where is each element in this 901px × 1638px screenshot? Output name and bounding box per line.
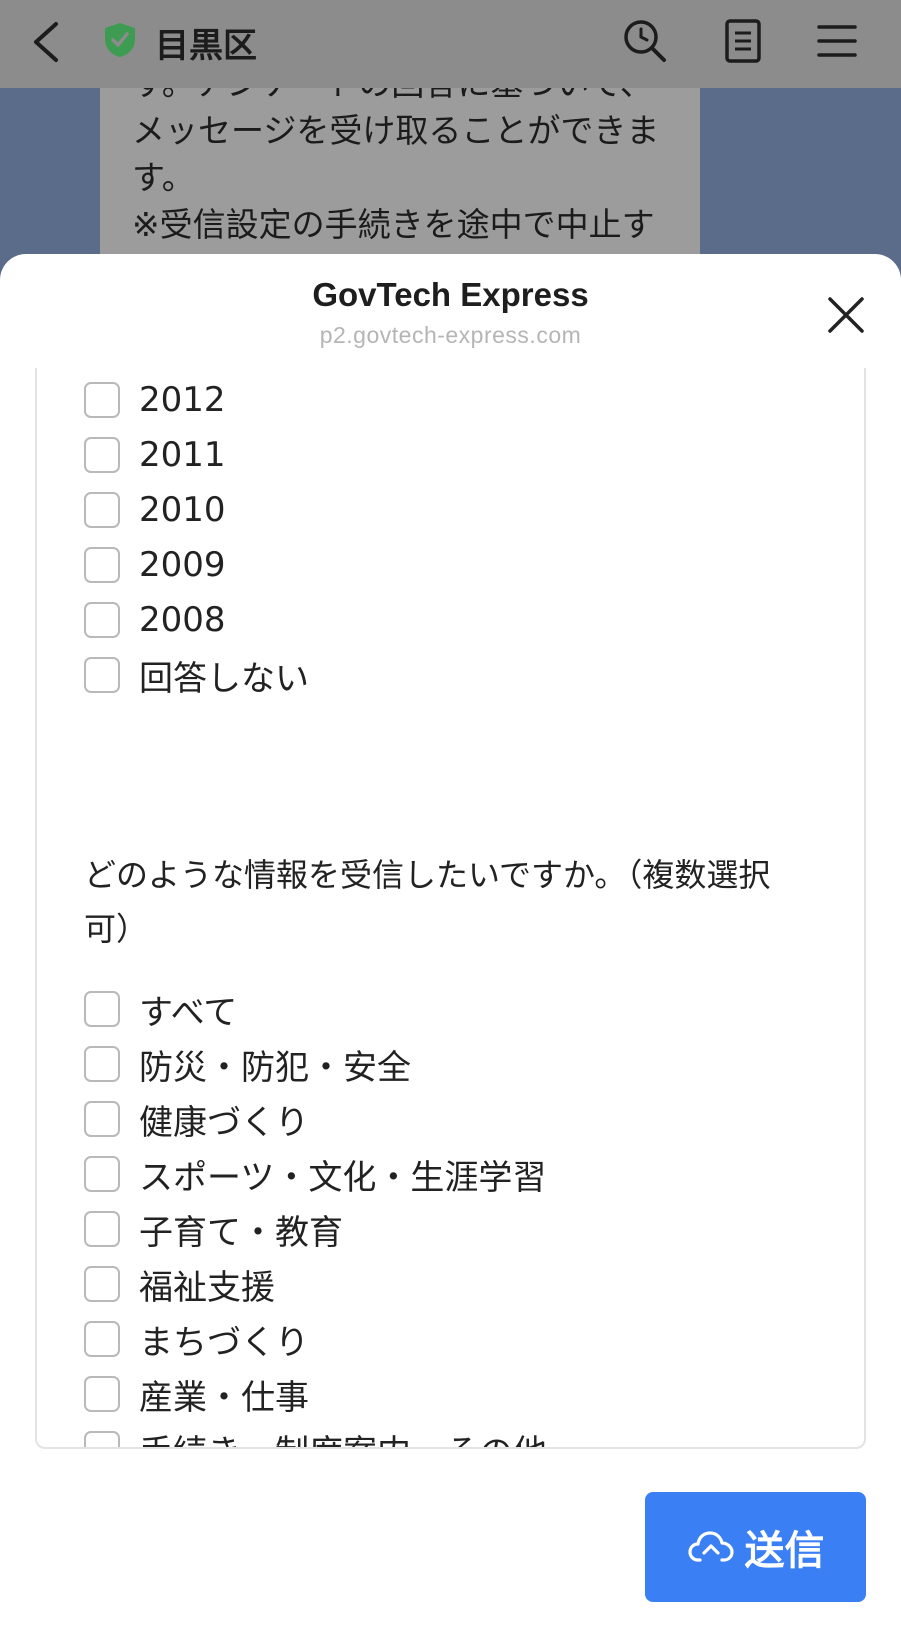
year-option[interactable]: 2009 <box>84 544 226 586</box>
checkbox[interactable] <box>84 1046 120 1082</box>
option-label: 2008 <box>139 600 226 640</box>
option-label: 防災・防犯・安全 <box>139 1047 411 1088</box>
checkbox[interactable] <box>84 602 120 638</box>
option-label: 回答しない <box>139 658 309 699</box>
submit-button[interactable]: 送信 <box>645 1492 866 1602</box>
option-label: 産業・仕事 <box>139 1377 309 1418</box>
info-option[interactable]: 防災・防犯・安全 <box>84 1043 411 1088</box>
checkbox[interactable] <box>84 1156 120 1192</box>
submit-label: 送信 <box>744 1528 825 1574</box>
option-label: 2012 <box>139 380 226 420</box>
menu-icon[interactable] <box>812 16 862 66</box>
option-label: 福祉支援 <box>139 1267 275 1308</box>
checkbox[interactable] <box>84 1211 120 1247</box>
chat-header: 目黒区 <box>0 0 901 88</box>
sheet-title: GovTech Express <box>312 276 589 313</box>
checkbox[interactable] <box>84 1101 120 1137</box>
close-icon[interactable] <box>820 289 872 341</box>
search-icon[interactable] <box>620 16 670 66</box>
option-label: まちづくり <box>139 1322 309 1363</box>
option-label: 2009 <box>139 545 226 585</box>
info-option[interactable]: 福祉支援 <box>84 1263 275 1308</box>
year-option[interactable]: 2012 <box>84 379 226 421</box>
checkbox[interactable] <box>84 1376 120 1412</box>
option-label: 2010 <box>139 490 226 530</box>
info-option[interactable]: まちづくり <box>84 1318 309 1363</box>
checkbox[interactable] <box>84 1321 120 1357</box>
notes-icon[interactable] <box>718 16 768 66</box>
info-option-all[interactable]: すべて <box>84 988 237 1033</box>
checkbox[interactable] <box>84 991 120 1027</box>
question-label: どのような情報を受信したいですか。（複数選択可） <box>84 856 771 948</box>
year-option[interactable]: 2010 <box>84 489 226 531</box>
checkbox[interactable] <box>84 382 120 418</box>
option-label: 健康づくり <box>139 1102 309 1143</box>
checkbox[interactable] <box>84 437 120 473</box>
option-label: 子育て・教育 <box>139 1212 343 1253</box>
chat-title: 目黒区 <box>155 26 257 66</box>
option-label: 手続き・制度案内・その他 <box>139 1425 547 1448</box>
year-option[interactable]: 2011 <box>84 434 226 476</box>
survey-form: 2012 2011 2010 2009 2008 回答しない どのような情報を受… <box>35 368 866 1449</box>
info-option[interactable]: 健康づくり <box>84 1098 309 1143</box>
verified-shield-icon <box>105 23 135 57</box>
checkbox[interactable] <box>84 547 120 583</box>
info-option[interactable]: スポーツ・文化・生涯学習 <box>84 1153 546 1198</box>
back-icon[interactable] <box>28 20 68 64</box>
info-option[interactable]: 産業・仕事 <box>84 1373 309 1418</box>
year-option-no-answer[interactable]: 回答しない <box>84 654 309 699</box>
year-option[interactable]: 2008 <box>84 599 226 641</box>
webview-sheet: GovTech Express p2.govtech-express.com 2… <box>0 254 901 1638</box>
info-option[interactable]: 手続き・制度案内・その他 <box>84 1425 547 1448</box>
sheet-url: p2.govtech-express.com <box>319 322 582 348</box>
option-label: すべて <box>139 992 238 1033</box>
checkbox[interactable] <box>84 492 120 528</box>
info-option[interactable]: 子育て・教育 <box>84 1208 343 1253</box>
cloud-upload-icon <box>687 1531 734 1562</box>
checkbox[interactable] <box>84 1431 120 1447</box>
checkbox[interactable] <box>84 657 120 693</box>
checkbox[interactable] <box>84 1266 120 1302</box>
option-label: スポーツ・文化・生涯学習 <box>139 1157 547 1198</box>
option-label: 2011 <box>139 435 226 475</box>
